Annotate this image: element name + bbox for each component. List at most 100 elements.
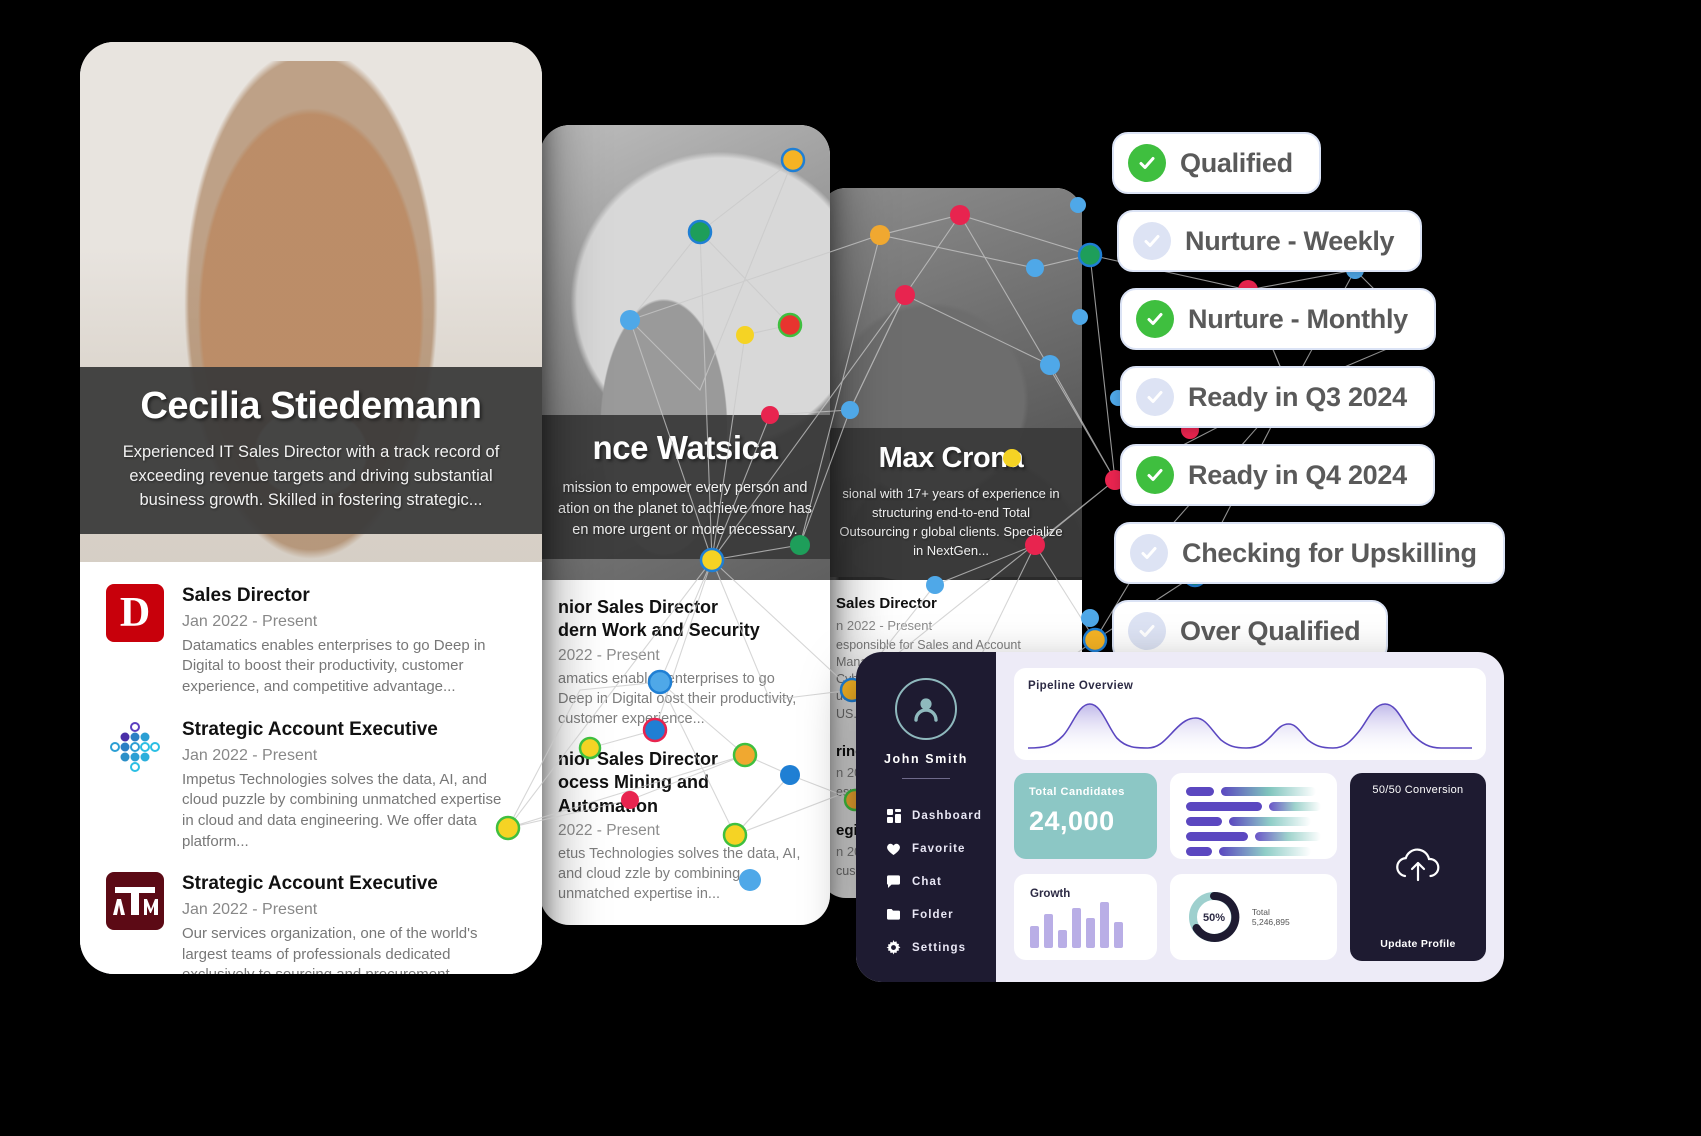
profile-header-1: Cecilia Stiedemann Experienced IT Sales … xyxy=(80,367,542,535)
experience-item-texas-am[interactable]: Strategic Account Executive Jan 2022 - P… xyxy=(106,872,516,974)
growth-card[interactable]: Growth xyxy=(1014,873,1157,960)
sidebar-item-settings[interactable]: Settings xyxy=(856,931,996,964)
sidebar-item-label: Dashboard xyxy=(912,809,982,822)
experience-item[interactable]: nior Sales Director rategic Accounts 202… xyxy=(558,923,812,925)
experience-title: Sales Director xyxy=(836,595,937,612)
pipeline-overview-card[interactable]: Pipeline Overview xyxy=(1014,668,1486,760)
profile-card-watsica[interactable]: nce Watsica mission to empower every per… xyxy=(540,125,830,925)
experience-item-datamatics[interactable]: D Sales Director Jan 2022 - Present Data… xyxy=(106,584,516,698)
check-icon xyxy=(1136,378,1174,416)
profile-summary-3: sional with 17+ years of experience in s… xyxy=(839,486,1063,558)
experience-item[interactable]: nior Sales Director dern Work and Securi… xyxy=(558,596,812,729)
conversion-label: 50/50 Conversion xyxy=(1372,784,1464,796)
status-pill-label: Checking for Upskilling xyxy=(1182,537,1477,568)
pipeline-area-chart xyxy=(1027,703,1472,758)
conversion-card[interactable]: 50/50 Conversion Update Profile xyxy=(1349,773,1486,961)
datamatics-logo: D xyxy=(106,584,164,642)
check-icon xyxy=(1136,300,1174,338)
profile-name-2: nce Watsica xyxy=(592,429,778,466)
total-candidates-value: 24,000 xyxy=(1029,806,1115,836)
gear-icon xyxy=(886,940,901,955)
sidebar-item-favorite[interactable]: Favorite xyxy=(856,832,996,865)
experience-date: 2022 - Present xyxy=(558,821,660,839)
experience-desc: Datamatics enables enterprises to go Dee… xyxy=(182,636,486,696)
status-pill-ready-q3[interactable]: Ready in Q3 2024 xyxy=(1120,366,1435,428)
cloud-upload-icon xyxy=(1392,843,1444,892)
impetus-logo xyxy=(106,718,164,776)
divider xyxy=(902,778,950,779)
experience-date: Jan 2022 - Present xyxy=(182,612,318,630)
profile-name-3: Max Crona xyxy=(878,442,1024,474)
experience-title: Strategic Account Executive xyxy=(182,873,438,895)
profile-card-cecilia[interactable]: Cecilia Stiedemann Experienced IT Sales … xyxy=(80,42,542,974)
sidebar-username: John Smith xyxy=(883,752,969,766)
status-pill-label: Over Qualified xyxy=(1180,615,1361,646)
donut-chart: 50% Total 5,246,895 xyxy=(1186,888,1321,946)
chat-bubble-icon xyxy=(886,874,901,889)
experience-date: Jan 2022 - Present xyxy=(182,746,318,764)
experience-title: Strategic Account Executive xyxy=(182,718,438,740)
profile-header-3: Max Crona sional with 17+ years of exper… xyxy=(820,428,1082,577)
status-pill-label: Ready in Q3 2024 xyxy=(1188,381,1407,412)
experience-date: 2022 - Present xyxy=(558,646,660,664)
sidebar-item-label: Chat xyxy=(912,875,942,888)
profile-body-2: nior Sales Director dern Work and Securi… xyxy=(540,580,830,925)
conversion-donut-card[interactable]: 50% Total 5,246,895 xyxy=(1169,873,1337,960)
status-pill-checking-upskilling[interactable]: Checking for Upskilling xyxy=(1114,522,1505,584)
experience-item[interactable]: nior Sales Director ocess Mining and Aut… xyxy=(558,748,812,904)
experience-item-impetus[interactable]: Strategic Account Executive Jan 2022 - P… xyxy=(106,718,516,853)
experience-desc: amatics enables enterprises to go Deep i… xyxy=(558,670,797,727)
profile-name-1: Cecilia Stiedemann xyxy=(140,385,482,427)
avatar xyxy=(895,678,957,740)
experience-title: nior Sales Director xyxy=(558,923,812,925)
experience-desc: etus Technologies solves the data, AI, a… xyxy=(558,845,801,902)
sidebar-item-label: Folder xyxy=(912,908,954,921)
total-candidates-label: Total Candidates xyxy=(1029,786,1125,798)
status-pill-list: Qualified Nurture - Weekly Nurture - Mon… xyxy=(1112,132,1505,678)
growth-bar-chart xyxy=(1030,901,1141,948)
total-candidates-card[interactable]: Total Candidates 24,000 xyxy=(1014,773,1157,859)
experience-title: nior Sales Director xyxy=(558,597,719,617)
experience-subtitle: ocess Mining and Automation xyxy=(558,772,710,816)
profile-header-2: nce Watsica mission to empower every per… xyxy=(540,415,830,559)
skeleton-bars xyxy=(1185,787,1321,856)
sidebar-item-dashboard[interactable]: Dashboard xyxy=(856,799,996,832)
donut-total-value: 5,246,895 xyxy=(1251,916,1290,927)
experience-title: Sales Director xyxy=(182,585,310,606)
dashboard-row-top: Total Candidates 24,000 50/50 Conversion xyxy=(1014,773,1486,961)
status-pill-ready-q4[interactable]: Ready in Q4 2024 xyxy=(1120,444,1435,506)
screenshot-stage: Max Crona sional with 17+ years of exper… xyxy=(0,0,1701,1136)
sidebar-item-label: Settings xyxy=(912,941,967,954)
experience-desc: Impetus Technologies solves the data, AI… xyxy=(182,770,502,850)
status-pill-label: Nurture - Weekly xyxy=(1185,225,1395,256)
folder-icon xyxy=(886,907,901,922)
dashboard-main: Pipeline Overview Total Candidates 24,00… xyxy=(996,652,1504,982)
status-pill-nurture-weekly[interactable]: Nurture - Weekly xyxy=(1117,210,1423,272)
growth-label: Growth xyxy=(1030,887,1071,900)
experience-desc: Our services organization, one of the wo… xyxy=(182,925,478,974)
experience-date: Jan 2022 - Present xyxy=(182,901,318,919)
activity-list-card[interactable] xyxy=(1169,773,1337,859)
profile-summary-1: Experienced IT Sales Director with a tra… xyxy=(122,442,500,509)
check-icon xyxy=(1133,222,1171,260)
status-pill-label: Qualified xyxy=(1180,147,1293,178)
experience-subtitle: dern Work and Security xyxy=(558,620,760,641)
dashboard-sidebar: John Smith Dashboard Favorite Chat Folde… xyxy=(856,652,996,982)
svg-text:50%: 50% xyxy=(1203,912,1225,924)
profile-summary-2: mission to empower every person and atio… xyxy=(558,479,812,538)
sidebar-item-folder[interactable]: Folder xyxy=(856,898,996,931)
profile-body-1: D Sales Director Jan 2022 - Present Data… xyxy=(80,562,542,974)
status-pill-label: Ready in Q4 2024 xyxy=(1188,459,1407,490)
status-pill-nurture-monthly[interactable]: Nurture - Monthly xyxy=(1120,288,1436,350)
pipeline-overview-title: Pipeline Overview xyxy=(1028,680,1134,692)
sidebar-item-label: Favorite xyxy=(912,842,966,855)
sidebar-item-chat[interactable]: Chat xyxy=(856,865,996,898)
status-pill-qualified[interactable]: Qualified xyxy=(1112,132,1321,194)
check-icon xyxy=(1136,456,1174,494)
heart-icon xyxy=(886,841,901,856)
check-icon xyxy=(1130,534,1168,572)
dashboard-panel[interactable]: John Smith Dashboard Favorite Chat Folde… xyxy=(856,652,1504,982)
update-profile-button: Update Profile xyxy=(1380,938,1456,950)
dashboard-grid-icon xyxy=(886,808,901,823)
texas-am-logo xyxy=(106,872,164,931)
